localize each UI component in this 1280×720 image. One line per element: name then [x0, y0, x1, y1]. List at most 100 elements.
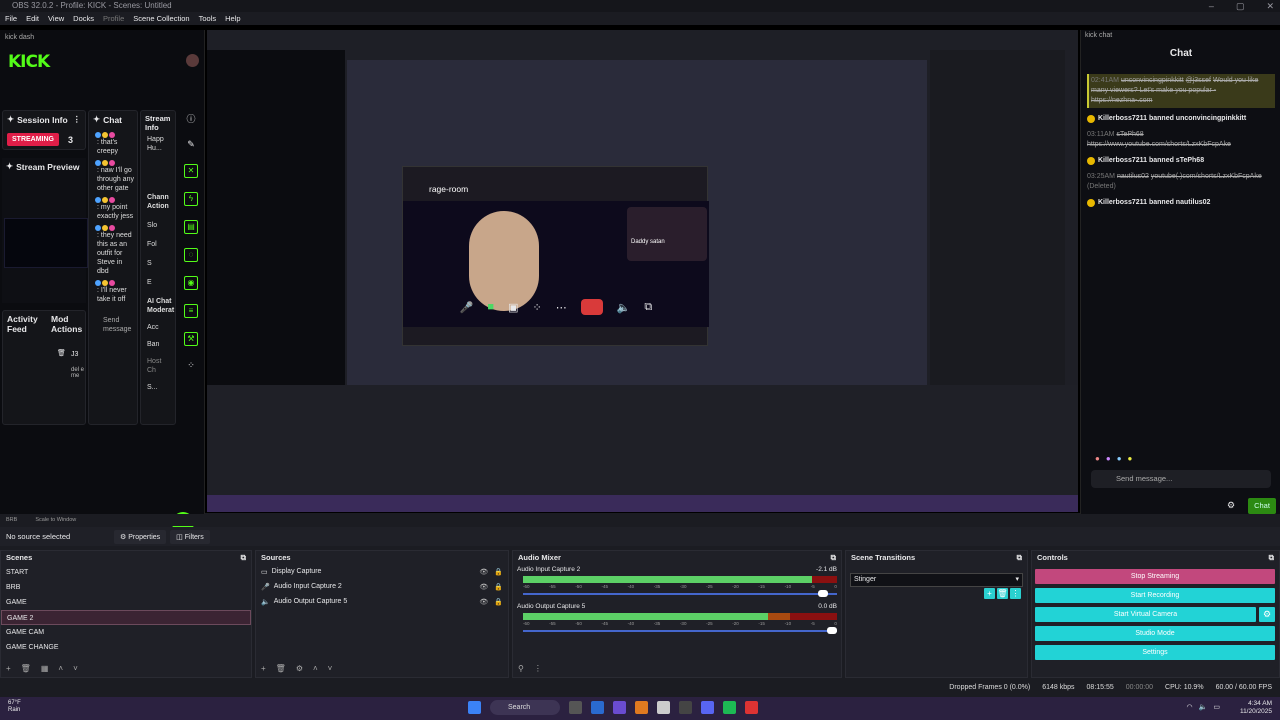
start-recording-button[interactable]: Start Recording — [1035, 588, 1275, 603]
volume-icon[interactable]: 🔈 — [617, 301, 631, 314]
emote-icon[interactable]: ● — [1128, 454, 1133, 463]
link-icon[interactable]: ⚲ — [518, 664, 524, 673]
screen-share-icon[interactable]: ▣ — [508, 301, 518, 314]
taskbar-search[interactable]: Search — [490, 700, 560, 715]
lightning-icon[interactable]: ϟ — [184, 192, 198, 206]
wifi-icon[interactable]: ◠ — [1187, 703, 1193, 711]
source-item[interactable]: 🎤 Audio Input Capture 2 👁 🔒 — [256, 579, 508, 594]
obs-icon[interactable] — [679, 701, 692, 714]
dock-menu-icon[interactable]: ⧉ — [1269, 553, 1274, 563]
scene-item[interactable]: GAME CHANGE — [1, 640, 251, 655]
eye-icon[interactable]: 👁 — [479, 583, 488, 591]
microphone-icon[interactable]: 🎤 — [460, 301, 474, 314]
settings-item[interactable]: S... — [141, 383, 175, 392]
source-item[interactable]: 🔈 Audio Output Capture 5 👁 🔒 — [256, 594, 508, 609]
more-icon[interactable]: ⋯ — [556, 301, 567, 314]
volume-slider[interactable] — [523, 590, 837, 597]
ban-item[interactable]: Ban — [141, 340, 175, 349]
scene-item-selected[interactable]: GAME 2 — [1, 610, 251, 625]
grid-icon[interactable]: ⁘ — [532, 301, 541, 314]
menu-edit[interactable]: Edit — [26, 12, 39, 25]
list-icon[interactable]: ≡ — [184, 304, 198, 318]
lock-icon[interactable]: 🔒 — [494, 568, 503, 576]
menu-tools[interactable]: Tools — [199, 12, 217, 25]
more-icon[interactable]: ⁘ — [187, 360, 195, 371]
followers-toggle[interactable]: Fol — [141, 240, 175, 249]
menu-file[interactable]: File — [5, 12, 17, 25]
trash-icon[interactable]: 🗑 — [276, 664, 286, 673]
trash-icon[interactable]: 🗑 — [997, 588, 1008, 599]
emote-icon[interactable]: ● — [1106, 454, 1111, 463]
send-message-input[interactable]: Send message... — [1091, 470, 1271, 488]
menu-help[interactable]: Help — [225, 12, 240, 25]
menu-docks[interactable]: Docks — [73, 12, 94, 25]
move-down-icon[interactable]: ˅ — [328, 664, 333, 673]
filter-icon[interactable]: ▦ — [41, 664, 49, 673]
properties-button[interactable]: ⚙ Properties — [114, 529, 167, 544]
taskbar-clock[interactable]: 4:34 AM 11/20/2025 — [1240, 700, 1272, 716]
close-icon[interactable]: ✕ — [184, 164, 198, 178]
scene-item[interactable]: GAME — [1, 595, 251, 610]
broadcast-icon[interactable]: ◉ — [184, 276, 198, 290]
chat-send-button[interactable]: Chat — [1248, 498, 1276, 514]
gear-icon[interactable]: ⚙ — [296, 664, 303, 673]
info-icon[interactable]: ⓘ — [186, 112, 195, 125]
popout-icon[interactable]: ⧉ — [644, 301, 652, 314]
scene-item[interactable]: START — [1, 565, 251, 580]
discord-icon[interactable] — [701, 701, 714, 714]
scale-select[interactable]: Scale to Window — [35, 514, 76, 526]
minimize-icon[interactable]: – — [1209, 0, 1214, 12]
volume-slider[interactable] — [523, 627, 837, 634]
gear-icon[interactable]: ⚙ — [1227, 500, 1235, 511]
app-icon[interactable] — [591, 701, 604, 714]
document-icon[interactable]: ▤ — [184, 220, 198, 234]
avatar[interactable] — [186, 54, 199, 67]
chrome-icon[interactable] — [745, 701, 758, 714]
transition-select[interactable]: Stinger — [850, 573, 1023, 587]
trash-icon[interactable]: 🗑 — [57, 349, 66, 357]
maximize-icon[interactable]: ▢ — [1236, 0, 1245, 12]
slow-mode-toggle[interactable]: Slo — [141, 221, 175, 230]
weather-widget[interactable]: 67°F Rain — [8, 700, 21, 714]
wrench-icon[interactable]: ⚒ — [184, 332, 198, 346]
battery-icon[interactable]: ▭ — [1213, 703, 1220, 711]
emote-icon[interactable]: ● — [1095, 454, 1100, 463]
add-icon[interactable]: + — [261, 664, 266, 673]
spotify-icon[interactable] — [723, 701, 736, 714]
menu-scene-collection[interactable]: Scene Collection — [133, 12, 189, 25]
close-icon[interactable]: ✕ — [1266, 0, 1274, 12]
lock-icon[interactable]: 🔒 — [494, 583, 503, 591]
ai-chat-moderation[interactable]: AI Chat Moderat — [141, 297, 175, 315]
move-up-icon[interactable]: ˄ — [313, 664, 318, 673]
camera-icon[interactable]: ■ — [487, 301, 494, 313]
gear-icon[interactable]: ⚙ — [1259, 607, 1275, 622]
chat-bubble-icon[interactable]: ◌ — [184, 248, 198, 262]
add-icon[interactable]: + — [6, 664, 11, 673]
emote-toggle[interactable]: E — [141, 278, 175, 287]
kebab-icon[interactable]: ⋮ — [1010, 588, 1021, 599]
start-virtual-camera-button[interactable]: Start Virtual Camera — [1035, 607, 1256, 622]
end-call-button[interactable] — [580, 299, 603, 315]
slider-knob[interactable] — [827, 627, 837, 634]
eye-icon[interactable]: 👁 — [479, 598, 488, 606]
menu-profile[interactable]: Profile — [103, 12, 124, 25]
firefox-icon[interactable] — [635, 701, 648, 714]
send-message-input[interactable]: Send message — [89, 316, 137, 334]
sub-toggle[interactable]: S — [141, 259, 175, 268]
app-icon[interactable] — [569, 701, 582, 714]
studio-mode-button[interactable]: Studio Mode — [1035, 626, 1275, 641]
dock-menu-icon[interactable]: ⧉ — [1017, 553, 1022, 563]
stop-streaming-button[interactable]: Stop Streaming — [1035, 569, 1275, 584]
app-icon[interactable] — [657, 701, 670, 714]
start-icon[interactable] — [468, 701, 481, 714]
move-down-icon[interactable]: ˅ — [73, 664, 78, 673]
volume-icon[interactable]: 🔈 — [1199, 703, 1208, 711]
scene-item[interactable]: BRB — [1, 580, 251, 595]
lock-icon[interactable]: 🔒 — [494, 598, 503, 606]
pencil-icon[interactable]: ✎ — [187, 139, 195, 150]
add-icon[interactable]: + — [984, 588, 995, 599]
filters-button[interactable]: ◫ Filters — [170, 529, 210, 544]
dock-menu-icon[interactable]: ⧉ — [831, 553, 836, 563]
slider-knob[interactable] — [817, 590, 828, 597]
scene-item[interactable]: GAME CAM — [1, 625, 251, 640]
